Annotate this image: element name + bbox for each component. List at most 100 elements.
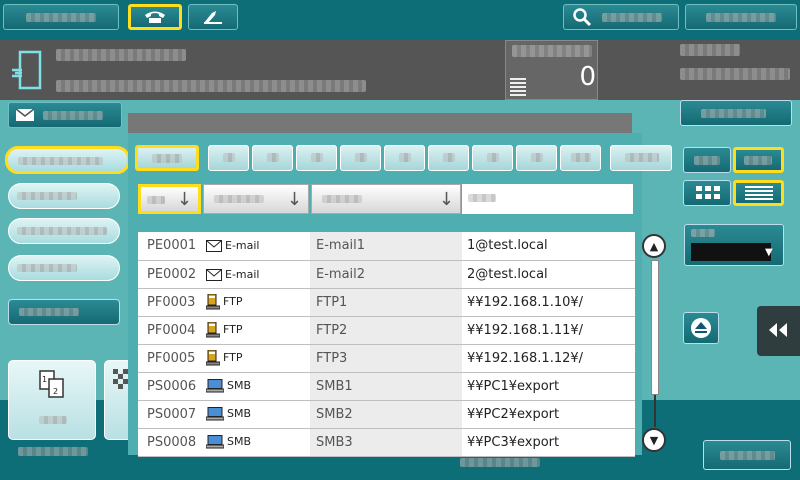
row-name: SMB3 [316,434,353,450]
document-icon [12,50,42,90]
row-type: FTP [223,295,243,308]
side-tab-3[interactable] [8,218,120,244]
search-field[interactable] [462,184,633,214]
mail-icon [206,240,222,253]
row-id: PE0001 [147,238,197,254]
bottom-right-button[interactable] [703,440,791,470]
row-id: PF0003 [147,294,196,310]
fax-mode-button[interactable] [188,4,238,30]
search-icon [573,8,592,26]
phone-mode-button[interactable] [128,4,182,30]
row-address: ¥¥PC1¥export [467,378,560,394]
dialog-title-bar [128,113,632,133]
top-left-button[interactable] [3,4,119,30]
filter-button-2[interactable] [208,145,249,171]
right-top-button[interactable] [680,100,792,126]
right-option-2[interactable] [733,147,784,173]
grid-view-button[interactable] [683,180,731,206]
row-address: ¥¥192.168.1.12¥/ [467,350,584,366]
table-row[interactable]: PE0001 E-mail E-mail1 1@test.local [138,232,635,261]
row-address: ¥¥192.168.1.10¥/ [467,294,584,310]
row-type: SMB [227,407,252,420]
smb-computer-icon [206,407,224,421]
list-view-icon [745,186,773,200]
sort-dropdown-3[interactable]: ↓ [311,184,461,214]
collapse-panel-icon [769,323,787,337]
copy-setting-button[interactable]: 12 [8,360,96,440]
collapse-panel-button[interactable] [757,306,800,356]
search-button[interactable] [563,4,679,30]
row-id: PS0008 [147,434,197,450]
filter-button-7[interactable] [428,145,469,171]
eject-button[interactable] [683,312,719,344]
row-address: ¥¥192.168.1.11¥/ [467,322,584,338]
row-name: E-mail2 [316,266,366,282]
header-right-label-blurred [680,44,740,56]
chevron-down-icon: ▼ [765,247,773,258]
smb-computer-icon [206,379,224,393]
ftp-server-icon [206,350,220,366]
phone-icon [145,11,165,23]
top-right-button[interactable] [685,4,797,30]
sort-dropdown-1[interactable]: ↓ [138,184,201,214]
table-row[interactable]: PS0008 SMB SMB3 ¥¥PC3¥export [138,428,635,457]
row-type: E-mail [225,267,260,281]
table-row[interactable]: PE0002 E-mail E-mail2 2@test.local [138,260,635,289]
copy-icon: 12 [39,370,64,398]
svg-text:1: 1 [42,375,47,384]
filter-button-8[interactable] [472,145,513,171]
row-type: SMB [227,379,252,392]
row-id: PS0007 [147,406,197,422]
side-tab-4[interactable] [8,255,120,281]
ftp-server-icon [206,322,220,338]
bottom-center-blurred [460,458,540,467]
row-id: PF0004 [147,322,196,338]
row-name: SMB1 [316,378,353,394]
smb-computer-icon [206,435,224,449]
side-button-5[interactable] [8,299,120,325]
fax-icon [204,11,222,24]
table-row[interactable]: PS0007 SMB SMB2 ¥¥PC2¥export [138,400,635,429]
row-address: 2@test.local [467,266,548,282]
row-name: E-mail1 [316,238,366,254]
filter-button-4[interactable] [296,145,337,171]
ftp-server-icon [206,294,220,310]
email-tab-button[interactable] [8,102,122,128]
table-row[interactable]: PF0004 FTP FTP2 ¥¥192.168.1.11¥/ [138,316,635,345]
scrollbar-thumb[interactable] [651,260,659,395]
filter-button-10[interactable] [560,145,601,171]
header-title-blurred [56,49,186,61]
list-view-button[interactable] [733,180,784,206]
display-count-value [691,243,771,261]
row-name: SMB2 [316,406,353,422]
filter-button-9[interactable] [516,145,557,171]
table-row[interactable]: PF0003 FTP FTP1 ¥¥192.168.1.10¥/ [138,288,635,317]
grid-view-icon [696,186,720,199]
scroll-up-button[interactable]: ▲ [642,234,666,258]
sort-dropdown-2[interactable]: ↓ [203,184,309,214]
scroll-down-icon: ▼ [649,433,659,447]
side-tab-address-book[interactable] [5,146,130,174]
destination-counter: 0 [579,62,596,92]
table-row[interactable]: PF0005 FTP FTP3 ¥¥192.168.1.12¥/ [138,344,635,373]
filter-button-5[interactable] [340,145,381,171]
destination-table: PE0001 E-mail E-mail1 1@test.local PE0002 E-m… [138,232,635,457]
filter-button-3[interactable] [252,145,293,171]
row-address: 1@test.local [467,238,548,254]
mail-icon [206,268,222,281]
row-id: PS0006 [147,378,197,394]
table-row[interactable]: PS0006 SMB SMB1 ¥¥PC1¥export [138,372,635,401]
filter-button-11[interactable] [610,145,672,171]
row-id: PF0005 [147,350,196,366]
scroll-down-button[interactable]: ▼ [642,428,666,452]
filter-all-button[interactable] [135,145,199,171]
scrollbar-track [654,395,656,427]
row-type: FTP [223,323,243,336]
display-count-select[interactable]: ▼ [684,224,784,266]
row-name: FTP1 [316,294,348,310]
right-option-1[interactable] [683,147,731,173]
row-name: FTP3 [316,350,348,366]
row-type: FTP [223,351,243,364]
filter-button-6[interactable] [384,145,425,171]
side-tab-2[interactable] [8,183,120,209]
